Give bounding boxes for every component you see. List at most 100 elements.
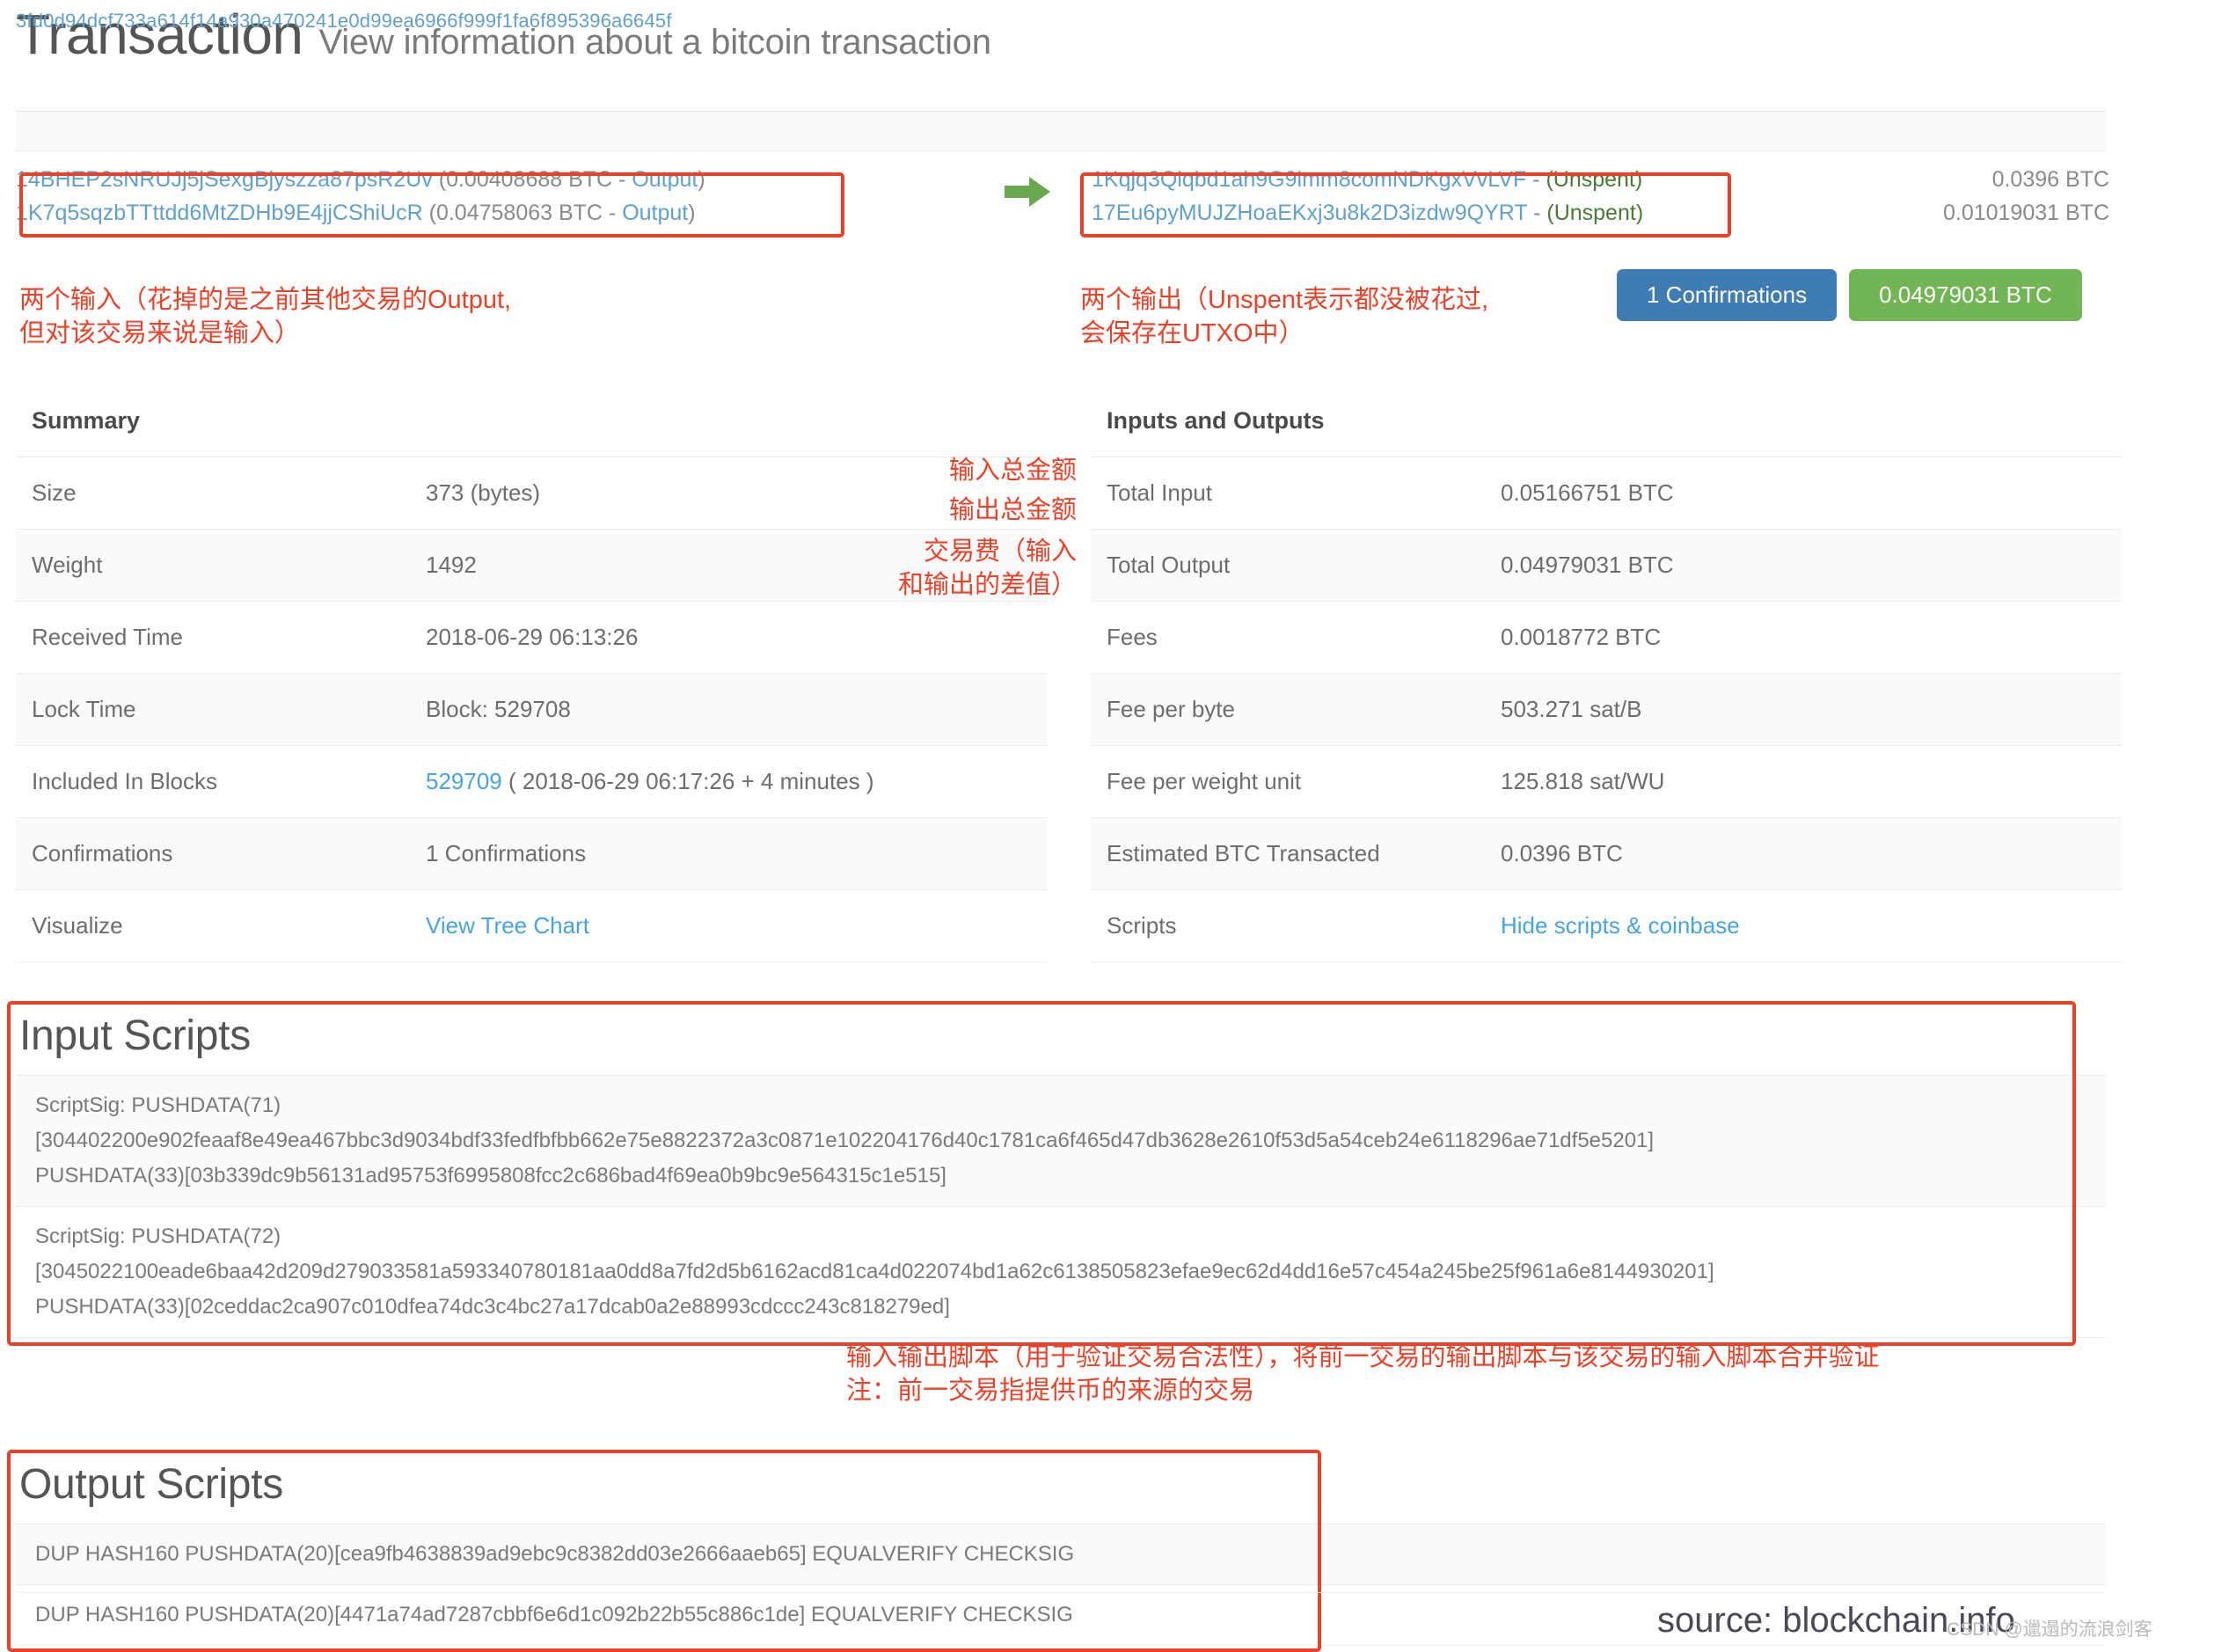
script-pubkey-hex: PUSHDATA(33)[02ceddac2ca907c010dfea74dc3… <box>35 1290 2106 1325</box>
table-row: Included In Blocks 529709 ( 2018-06-29 0… <box>16 746 1047 818</box>
annotation-fee: 交易费（输入 和输出的差值） <box>860 535 1077 602</box>
output-value: 0.0396 BTC <box>1819 163 2109 196</box>
hide-scripts-link[interactable]: Hide scripts & coinbase <box>1501 912 1740 939</box>
table-row: DUP HASH160 PUSHDATA(20)[cea9fb4638839ad… <box>16 1524 2106 1585</box>
row-key: Fee per byte <box>1091 674 1485 746</box>
row-value: 0.0396 BTC <box>1485 818 2122 890</box>
row-key: Total Output <box>1091 530 1485 602</box>
table-row: Visualize View Tree Chart <box>16 890 1047 962</box>
table-row: Total Output 0.04979031 BTC <box>1091 530 2122 602</box>
output-line: 1Kqjq3Qiqbd1ah9G9imm8comNDKgxVvLVF - (Un… <box>1092 163 1760 196</box>
table-row: ScriptSig: PUSHDATA(71) [304402200e902fe… <box>16 1076 2106 1207</box>
block-time-text: ( 2018-06-29 06:17:26 + 4 minutes ) <box>502 768 874 794</box>
block-height-link[interactable]: 529709 <box>426 768 502 794</box>
annotation-inputs: 两个输入（花掉的是之前其他交易的Output, 但对该交易来说是输入） <box>19 283 511 350</box>
inputs-list: 14BHEP2sNRUJj5jSexgBjyszza87psR2Uv (0.00… <box>16 163 829 230</box>
input-script-entry: ScriptSig: PUSHDATA(72) [3045022100eade6… <box>16 1207 2106 1338</box>
output-address-link[interactable]: 17Eu6pyMUJZHoaEKxj3u8k2D3izdw9QYRT <box>1092 201 1527 225</box>
view-tree-chart-link[interactable]: View Tree Chart <box>426 912 589 939</box>
table-header-row: Summary <box>16 385 1047 457</box>
table-row: Estimated BTC Transacted 0.0396 BTC <box>1091 818 2122 890</box>
row-value: Hide scripts & coinbase <box>1485 890 2122 962</box>
table-row: Fees 0.0018772 BTC <box>1091 602 2122 674</box>
outputs-list: 1Kqjq3Qiqbd1ah9G9imm8comNDKgxVvLVF - (Un… <box>1092 163 1760 230</box>
row-key: Estimated BTC Transacted <box>1091 818 1485 890</box>
table-row: Received Time 2018-06-29 06:13:26 <box>16 602 1047 674</box>
summary-heading: Summary <box>16 385 1047 457</box>
script-sig-hex: [304402200e902feaaf8e49ea467bbc3d9034bdf… <box>35 1123 2106 1159</box>
input-script-entry: ScriptSig: PUSHDATA(71) [304402200e902fe… <box>16 1076 2106 1207</box>
output-value: 0.01019031 BTC <box>1819 196 2109 230</box>
row-key: Lock Time <box>16 674 410 746</box>
input-amount-suffix: ) <box>698 167 705 192</box>
amount-badge[interactable]: 0.04979031 BTC <box>1849 269 2082 321</box>
row-key: Confirmations <box>16 818 410 890</box>
script-op-line: ScriptSig: PUSHDATA(72) <box>35 1219 2106 1254</box>
table-row: Confirmations 1 Confirmations <box>16 818 1047 890</box>
row-value: 503.271 sat/B <box>1485 674 2122 746</box>
input-line: 14BHEP2sNRUJj5jSexgBjyszza87psR2Uv (0.00… <box>16 163 829 196</box>
transaction-hash-bar <box>16 111 2106 151</box>
output-values: 0.0396 BTC 0.01019031 BTC <box>1819 163 2109 230</box>
table-header-row: Inputs and Outputs <box>1091 385 2122 457</box>
row-key: Total Input <box>1091 457 1485 530</box>
table-row: Total Input 0.05166751 BTC <box>1091 457 2122 530</box>
output-status: (Unspent) <box>1546 167 1642 192</box>
row-value: 0.05166751 BTC <box>1485 457 2122 530</box>
green-right-arrow-icon <box>1003 174 1056 213</box>
row-value: 1 Confirmations <box>410 818 1047 890</box>
table-row: Scripts Hide scripts & coinbase <box>1091 890 2122 962</box>
output-line: 17Eu6pyMUJZHoaEKxj3u8k2D3izdw9QYRT - (Un… <box>1092 196 1760 230</box>
watermark: CSDN @邋遢的流浪剑客 <box>1947 1615 2152 1641</box>
row-value: View Tree Chart <box>410 890 1047 962</box>
input-scripts-heading: Input Scripts <box>19 1012 251 1060</box>
script-sig-hex: [3045022100eade6baa42d209d279033581a5933… <box>35 1254 2106 1290</box>
row-value: Block: 529708 <box>410 674 1047 746</box>
annotation-outputs: 两个输出（Unspent表示都没被花过, 会保存在UTXO中） <box>1080 283 1488 350</box>
annotation-total-input: 输入总金额 <box>892 454 1077 487</box>
output-scripts-heading: Output Scripts <box>19 1460 283 1509</box>
confirmations-badge[interactable]: 1 Confirmations <box>1617 269 1837 321</box>
row-key: Fee per weight unit <box>1091 746 1485 818</box>
output-address-link[interactable]: 1Kqjq3Qiqbd1ah9G9imm8comNDKgxVvLVF <box>1092 167 1526 192</box>
input-amount-prefix: (0.00408688 BTC - <box>433 167 632 192</box>
annotation-total-output: 输出总金额 <box>892 493 1077 527</box>
row-key: Weight <box>16 530 410 602</box>
input-amount-prefix: (0.04758063 BTC - <box>423 201 623 225</box>
table-row: ScriptSig: PUSHDATA(72) [3045022100eade6… <box>16 1207 2106 1338</box>
table-row: Lock Time Block: 529708 <box>16 674 1047 746</box>
table-row: Fee per byte 503.271 sat/B <box>1091 674 2122 746</box>
input-address-link[interactable]: 1K7q5sqzbTTttdd6MtZDHb9E4jjCShiUcR <box>16 201 423 225</box>
input-amount-suffix: ) <box>688 201 695 225</box>
script-op-line: ScriptSig: PUSHDATA(71) <box>35 1088 2106 1123</box>
table-row: Fee per weight unit 125.818 sat/WU <box>1091 746 2122 818</box>
row-key: Size <box>16 457 410 530</box>
row-value: 2018-06-29 06:13:26 <box>410 602 1047 674</box>
input-line: 1K7q5sqzbTTttdd6MtZDHb9E4jjCShiUcR (0.04… <box>16 196 829 230</box>
transaction-hash-link[interactable]: 3fd0d94dcf733a614f14a930a470241e0d99ea69… <box>16 10 672 33</box>
inputs-outputs-row: 14BHEP2sNRUJj5jSexgBjyszza87psR2Uv (0.00… <box>16 163 2106 231</box>
inputs-outputs-heading: Inputs and Outputs <box>1091 385 2122 457</box>
row-value: 125.818 sat/WU <box>1485 746 2122 818</box>
input-output-link[interactable]: Output <box>622 201 688 225</box>
row-value: 0.04979031 BTC <box>1485 530 2122 602</box>
row-value: 529709 ( 2018-06-29 06:17:26 + 4 minutes… <box>410 746 1047 818</box>
row-key: Visualize <box>16 890 410 962</box>
row-key: Fees <box>1091 602 1485 674</box>
output-script-entry: DUP HASH160 PUSHDATA(20)[cea9fb4638839ad… <box>16 1524 2106 1585</box>
annotation-scripts: 输入输出脚本（用于验证交易合法性），将前一交易的输出脚本与该交易的输入脚本合并验… <box>846 1341 1880 1407</box>
input-scripts-table: ScriptSig: PUSHDATA(71) [304402200e902fe… <box>16 1075 2106 1338</box>
bottom-divider <box>16 1592 2106 1593</box>
inputs-outputs-table: Inputs and Outputs Total Input 0.0516675… <box>1091 385 2122 962</box>
input-output-link[interactable]: Output <box>632 167 698 192</box>
output-separator: - <box>1526 167 1546 192</box>
script-pubkey-hex: PUSHDATA(33)[03b339dc9b56131ad95753f6995… <box>35 1159 2106 1194</box>
row-key: Scripts <box>1091 890 1485 962</box>
row-value: 0.0018772 BTC <box>1485 602 2122 674</box>
row-key: Received Time <box>16 602 410 674</box>
row-key: Included In Blocks <box>16 746 410 818</box>
badge-group: 1 Confirmations 0.04979031 BTC <box>1617 269 2082 321</box>
transaction-page: Transaction View information about a bit… <box>0 0 2229 1652</box>
output-status: (Unspent) <box>1546 201 1643 225</box>
input-address-link[interactable]: 14BHEP2sNRUJj5jSexgBjyszza87psR2Uv <box>16 167 433 192</box>
